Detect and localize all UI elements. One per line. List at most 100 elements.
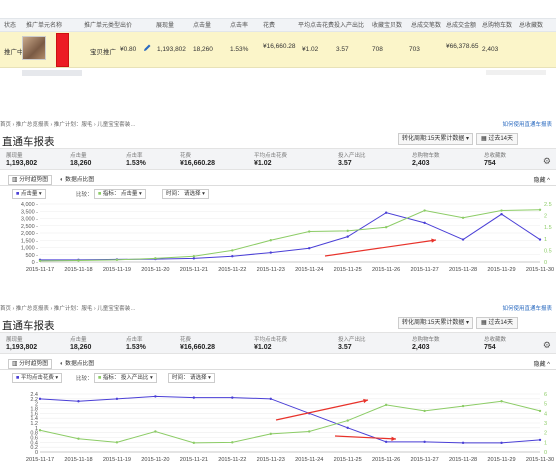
hide-toggle[interactable]: 隐藏 ^ (534, 359, 551, 368)
col-bid[interactable]: 出价 (120, 20, 132, 29)
gmv-cell: ¥66,378.65 (446, 43, 479, 50)
y2-tick-label: 3 (544, 421, 547, 427)
breadcrumb-home[interactable]: 首页 (0, 306, 11, 312)
data-point (77, 259, 80, 262)
unit-table: 状态 推广单元名称 推广单元类型 出价 展现量 点击量 点击率 花费 平均点击花… (0, 0, 556, 88)
annotation-arrow (324, 239, 437, 257)
summary-key: 花费 (180, 337, 192, 343)
summary-key: 展现量 (6, 153, 23, 159)
impressions-cell: 1,193,802 (157, 46, 186, 53)
summary-value: 1.53% (126, 344, 146, 351)
x-tick-label: 2015-11-19 (103, 457, 131, 463)
cart-cell: 2,403 (482, 46, 499, 53)
gear-icon[interactable]: ⚙ (543, 156, 551, 167)
data-point (192, 255, 196, 258)
summary-value: ¥1.02 (254, 160, 272, 167)
compare-label: 比较： (76, 192, 93, 198)
col-status[interactable]: 状态 (4, 20, 16, 29)
breadcrumb-plan[interactable]: 推广计划：服毛 (54, 306, 93, 312)
data-point (231, 249, 234, 252)
breadcrumb-plan[interactable]: 推广计划：服毛 (54, 122, 93, 128)
data-point (38, 397, 42, 401)
hide-label: 隐藏 (533, 362, 546, 368)
col-cost[interactable]: 花费 (263, 20, 275, 29)
metric-b-label: 投入产出比 (120, 375, 149, 381)
time-select[interactable]: 时间： 请选择 ▾ (162, 189, 209, 199)
breadcrumb-home[interactable]: 首页 (0, 122, 11, 128)
col-orders[interactable]: 总成交笔数 (411, 20, 441, 29)
edit-bid-icon[interactable] (143, 44, 151, 52)
metric-select-b[interactable]: ■ 指标： 投入产出比 ▾ (94, 373, 157, 383)
summary-key: 点击率 (126, 337, 143, 343)
data-point (192, 257, 196, 260)
cpc-cell: ¥1.02 (302, 46, 319, 53)
summary-key: 总购物车数 (412, 337, 440, 343)
tab-trend-label: 分时趋势图 (19, 177, 49, 183)
col-cpc[interactable]: 平均点击花费 (298, 20, 334, 29)
x-tick-label: 2015-11-23 (257, 457, 285, 463)
col-unit-type[interactable]: 推广单元类型 (84, 20, 120, 29)
data-point (308, 230, 311, 233)
annotation-arrow (275, 399, 369, 421)
summary-value: ¥1.02 (254, 344, 272, 351)
time-value: 请选择 (184, 191, 201, 197)
product-thumbnail[interactable] (22, 36, 46, 60)
metric-select-a[interactable]: ■ 点击量 ▾ (12, 189, 46, 199)
x-tick-label: 2015-11-24 (295, 267, 323, 273)
data-point (384, 403, 388, 407)
data-point (154, 257, 157, 260)
data-point (384, 211, 388, 214)
table-row[interactable]: 推广中 宝贝推广 ¥0.80 1,193,802 18,260 1.53% ¥1… (0, 32, 556, 68)
breadcrumb-overview[interactable]: 推广总览报表 (16, 306, 49, 312)
tab-trend-label: 分时趋势图 (19, 361, 49, 367)
table-header: 状态 推广单元名称 推广单元类型 出价 展现量 点击量 点击率 花费 平均点击花… (0, 18, 556, 32)
data-point (38, 259, 42, 263)
period-select[interactable]: 转化周期:15天累计数据 ▾ (398, 317, 474, 329)
breadcrumb-overview[interactable]: 推广总览报表 (16, 122, 49, 128)
help-link[interactable]: 如何使用直通车报表 (502, 304, 552, 312)
hide-toggle[interactable]: 隐藏 ^ (534, 175, 551, 184)
tab-data[interactable]: ◐ 数据点比图 (56, 175, 99, 185)
col-clicks[interactable]: 点击量 (193, 20, 211, 29)
col-roi[interactable]: 投入产出比 (334, 20, 364, 29)
period-select[interactable]: 转化周期:15天累计数据 ▾ (398, 133, 474, 145)
col-cart[interactable]: 总购物车数 (482, 20, 512, 29)
gear-icon[interactable]: ⚙ (543, 340, 551, 351)
metric-a-label: 点击量 (20, 191, 38, 197)
compare-icon: ◐ (60, 177, 64, 183)
data-point (115, 441, 119, 444)
chart-icon: ▥ (12, 177, 18, 183)
col-ctr[interactable]: 点击率 (230, 20, 248, 29)
summary-value: 18,260 (70, 160, 92, 167)
col-fav-total[interactable]: 总收藏数 (519, 20, 543, 29)
x-tick-label: 2015-11-21 (180, 267, 208, 273)
col-unit-name[interactable]: 推广单元名称 (26, 20, 62, 29)
data-point (115, 397, 119, 401)
time-select[interactable]: 时间： 请选择 ▾ (168, 373, 215, 383)
data-point (269, 432, 272, 436)
tab-data-label: 数据点比图 (65, 177, 95, 183)
tab-trend[interactable]: ▥ 分时趋势图 (8, 359, 53, 369)
metric-select-a[interactable]: ■ 平均点击花费 ▾ (12, 373, 63, 383)
clicks-cell: 18,260 (193, 46, 213, 53)
summary-key: 点击量 (70, 337, 87, 343)
summary-key: 总收藏数 (484, 153, 507, 159)
range-select[interactable]: ▦ 过去14天 (476, 133, 519, 145)
trend-chart-2: 2.42.221.81.61.41.210.80.60.40.206543210… (26, 392, 554, 463)
tab-data[interactable]: ◐ 数据点比图 (56, 359, 99, 369)
compare-icon: ◐ (60, 361, 64, 367)
legend-swatch-green: ■ (98, 375, 102, 381)
range-select[interactable]: ▦ 过去14天 (476, 317, 519, 329)
col-gmv[interactable]: 总成交金额 (446, 20, 476, 29)
y-tick-label: 1,500 - (21, 238, 38, 244)
x-tick-label: 2015-11-19 (103, 267, 131, 273)
y2-tick-label: 0 (544, 450, 547, 456)
summary-key: 投入产出比 (338, 337, 366, 343)
col-impressions[interactable]: 展现量 (156, 20, 174, 29)
metric-select-b[interactable]: ■ 指标： 点击量 ▾ (94, 189, 146, 199)
data-point (538, 208, 542, 211)
tab-trend[interactable]: ▥ 分时趋势图 (8, 175, 53, 185)
col-favorites[interactable]: 收藏宝贝数 (372, 20, 402, 29)
help-link[interactable]: 如何使用直通车报表 (502, 120, 552, 128)
data-point (500, 209, 503, 212)
